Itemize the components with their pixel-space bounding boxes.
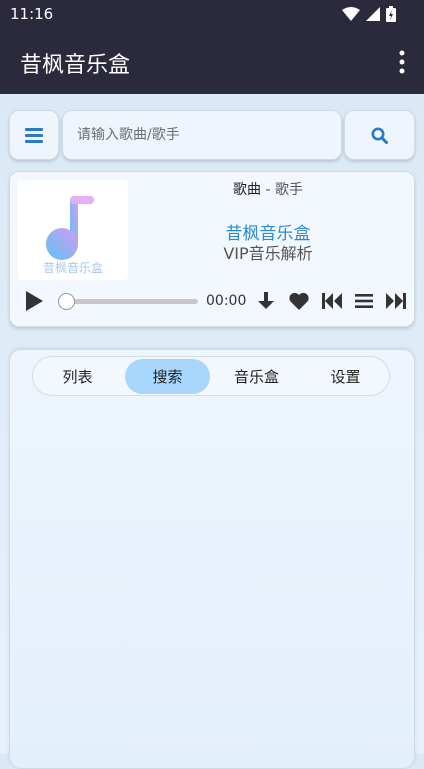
playlist-button[interactable]	[354, 286, 374, 316]
battery-icon	[386, 6, 396, 22]
previous-button[interactable]	[321, 286, 343, 316]
search-icon	[371, 127, 388, 144]
main-content: 昔枫音乐盒 歌曲 - 歌手 昔枫音乐盒 VIP音乐解析 00:00	[0, 94, 424, 769]
progress-bar[interactable]	[70, 299, 198, 304]
more-options-icon[interactable]	[398, 50, 406, 74]
skip-previous-icon	[322, 293, 342, 309]
tab-label: 设置	[330, 368, 361, 386]
current-time: 00:00	[206, 293, 247, 309]
progress-thumb[interactable]	[58, 293, 75, 310]
song-title: 歌曲	[233, 182, 262, 198]
player-controls: 00:00	[10, 286, 416, 316]
favorite-button[interactable]	[288, 286, 310, 316]
play-icon	[25, 291, 43, 311]
search-input[interactable]	[63, 111, 341, 159]
search-field[interactable]	[62, 110, 342, 160]
tab-search[interactable]: 搜索	[125, 359, 210, 394]
signal-icon	[366, 7, 380, 21]
song-info: 歌曲 - 歌手	[120, 179, 416, 199]
player-app-desc: VIP音乐解析	[223, 244, 313, 263]
tab-list[interactable]: 列表	[35, 359, 120, 394]
app-title: 昔枫音乐盒	[20, 53, 131, 78]
status-bar: 11:16	[0, 0, 424, 28]
download-button[interactable]	[256, 286, 276, 316]
wifi-icon	[342, 6, 360, 21]
tab-label: 音乐盒	[233, 368, 279, 386]
menu-button[interactable]	[9, 110, 59, 160]
app-bar: 昔枫音乐盒	[0, 28, 424, 94]
list-icon	[355, 294, 373, 308]
tab-label: 列表	[62, 368, 93, 386]
cover-text: 昔枫音乐盒	[42, 261, 103, 275]
song-separator: -	[261, 182, 275, 198]
song-artist: 歌手	[274, 182, 303, 198]
tab-label: 搜索	[152, 368, 183, 386]
player-card: 昔枫音乐盒 歌曲 - 歌手 昔枫音乐盒 VIP音乐解析 00:00	[9, 171, 415, 327]
arrow-down-icon	[258, 292, 274, 309]
tab-bar: 列表 搜索 音乐盒 设置	[32, 356, 390, 396]
skip-next-icon	[386, 293, 406, 309]
next-button[interactable]	[385, 286, 407, 316]
tab-panel: 列表 搜索 音乐盒 设置	[9, 349, 415, 769]
tab-settings[interactable]: 设置	[303, 359, 388, 394]
status-icons	[342, 6, 396, 22]
play-button[interactable]	[22, 286, 46, 316]
album-cover: 昔枫音乐盒	[18, 180, 128, 280]
music-note-icon	[46, 196, 94, 260]
heart-icon	[289, 292, 309, 310]
tab-musicbox[interactable]: 音乐盒	[214, 359, 299, 394]
search-button[interactable]	[344, 110, 415, 160]
status-time: 11:16	[10, 5, 54, 23]
hamburger-icon	[25, 127, 43, 143]
